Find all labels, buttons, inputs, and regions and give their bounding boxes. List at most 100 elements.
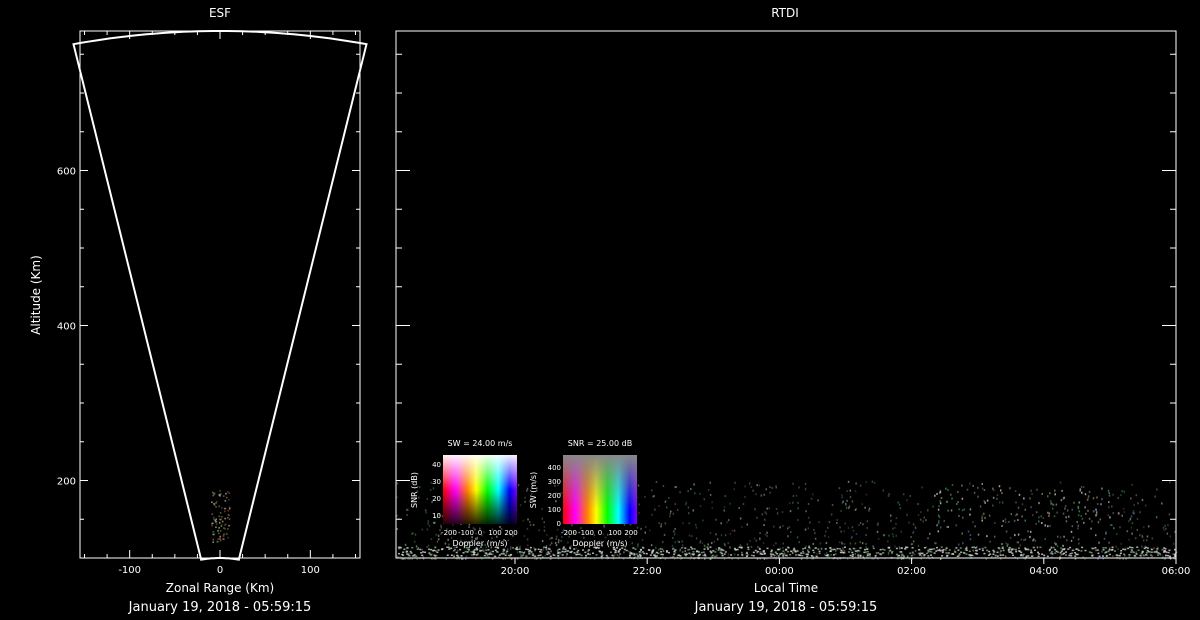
rtdi-echo-point (998, 501, 1001, 504)
rtdi-echo-point (895, 517, 898, 520)
rtdi-clutter-point (854, 550, 857, 552)
rtdi-echo-point (1017, 519, 1019, 522)
rtdi-clutter-point (720, 548, 723, 551)
rtdi-echo-point (1072, 536, 1075, 539)
rtdi-clutter-point (504, 554, 507, 557)
rtdi-clutter-point (883, 549, 886, 551)
rtdi-clutter-point (1039, 546, 1042, 549)
rtdi-echo-point (843, 530, 846, 533)
rtdi-clutter-point (611, 554, 614, 557)
rtdi-clutter-point (866, 550, 869, 553)
rtdi-echo-point (796, 536, 799, 539)
rtdi-echo-point (831, 504, 834, 507)
rtdi-clutter-point (470, 551, 473, 553)
rtdi-echo-point (1060, 547, 1062, 550)
rtdi-clutter-point (921, 552, 924, 555)
rtdi-clutter-point (647, 549, 650, 551)
rtdi-clutter-point (983, 552, 986, 555)
rtdi-clutter-point (830, 548, 833, 551)
legend-sw-xtick: 200 (504, 529, 517, 537)
rtdi-echo-point (928, 532, 931, 535)
rtdi-clutter-point (947, 552, 950, 554)
rtdi-clutter-point (502, 549, 505, 551)
rtdi-echo-point (1080, 486, 1083, 489)
rtdi-echo-point (1162, 555, 1164, 558)
rtdi-clutter-point (804, 547, 807, 549)
rtdi-echo-point (961, 532, 963, 535)
rtdi-echo-point (765, 512, 768, 515)
rtdi-echo-point (709, 494, 712, 497)
rtdi-clutter-point (1052, 546, 1055, 549)
rtdi-clutter-point (763, 553, 766, 555)
rtdi-clutter-point (1059, 551, 1062, 554)
rtdi-echo-point (843, 542, 846, 545)
rtdi-echo-point (819, 542, 822, 545)
rtdi-echo-point (1090, 527, 1092, 530)
rtdi-echo-point (841, 494, 843, 497)
rtdi-echo-point (657, 548, 660, 551)
rtdi-clutter-point (818, 550, 821, 553)
legend-snr-ytick: 100 (548, 506, 561, 514)
rtdi-clutter-point (494, 549, 497, 551)
rtdi-echo-point (541, 540, 544, 543)
rtdi-echo-point (739, 544, 742, 547)
rtdi-clutter-point (518, 548, 521, 550)
rtdi-echo-point (809, 521, 811, 524)
rtdi-echo-point (935, 542, 937, 545)
rtdi-echo-point (766, 535, 768, 538)
rtdi-echo-point (509, 547, 512, 550)
rtdi-echo-point (427, 520, 430, 523)
rtdi-clutter-point (534, 548, 537, 550)
esf-echo-point (213, 502, 215, 505)
rtdi-echo-point (992, 504, 994, 507)
rtdi-echo-point (744, 495, 746, 498)
rtdi-echo-point (1101, 550, 1103, 553)
rtdi-echo-point (1065, 520, 1068, 523)
rtdi-echo-point (1055, 503, 1058, 506)
rtdi-echo-point (557, 549, 559, 552)
legend-sw-xtick: -200 (441, 529, 457, 537)
rtdi-echo-point (1047, 525, 1049, 528)
rtdi-echo-point (763, 493, 766, 496)
rtdi-echo-point (961, 484, 963, 487)
rtdi-clutter-point (410, 552, 413, 554)
rtdi-clutter-point (965, 547, 968, 550)
rtdi-echo-point (998, 485, 1001, 488)
rtdi-echo-point (744, 485, 746, 488)
rtdi-echo-point (992, 496, 995, 499)
rtdi-clutter-point (660, 553, 663, 556)
rtdi-echo-point (1088, 490, 1091, 493)
rtdi-echo-point (999, 551, 1001, 554)
rtdi-echo-point (1108, 492, 1110, 495)
rtdi-clutter-point (798, 554, 801, 556)
esf-panel: ESF -100 0 100 200 400 600 Zonal Range (Km) A… (29, 6, 368, 615)
rtdi-clutter-point (612, 548, 615, 550)
rtdi-clutter-point (525, 555, 528, 557)
rtdi-echo-point (947, 509, 949, 512)
rtdi-clutter-point (879, 553, 882, 555)
rtdi-clutter-point (901, 554, 904, 556)
rtdi-echo-point (662, 485, 665, 488)
rtdi-echo-point (934, 494, 936, 497)
rtdi-echo-point (1017, 541, 1020, 544)
rtdi-clutter-point (462, 551, 465, 554)
rtdi-echo-point (691, 535, 693, 538)
esf-ytick-label: 400 (57, 322, 76, 333)
rtdi-echo-point (566, 553, 568, 556)
legend-sw-title: SW = 24.00 m/s (448, 439, 513, 448)
rtdi-clutter-point (573, 548, 576, 550)
rtdi-clutter-point (696, 550, 699, 552)
rtdi-echo-point (986, 535, 988, 538)
rtdi-echo-point (999, 489, 1002, 492)
rtdi-echo-point (623, 551, 625, 554)
rtdi-echo-point (1109, 516, 1111, 519)
rtdi-echo-point (917, 503, 919, 506)
rtdi-echo-point (421, 528, 424, 531)
rtdi-echo-point (407, 508, 409, 511)
rtdi-echo-point (840, 530, 842, 533)
esf-echo-point (223, 533, 225, 535)
rtdi-clutter-point (770, 549, 773, 552)
rtdi-echo-point (555, 544, 558, 547)
rtdi-echo-point (426, 545, 428, 548)
rtdi-echo-point (1024, 508, 1027, 511)
